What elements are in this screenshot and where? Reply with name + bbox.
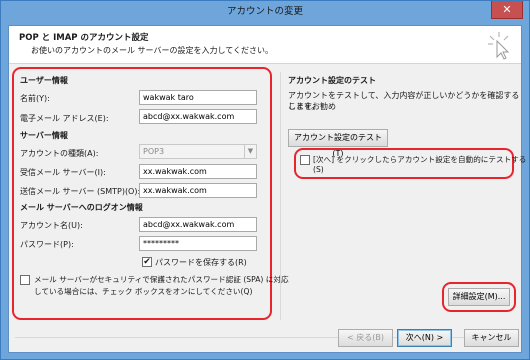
server-info-heading: サーバー情報 xyxy=(20,131,68,140)
user-info-heading: ユーザー情報 xyxy=(20,76,68,85)
password-field[interactable]: ********* xyxy=(139,236,257,251)
column-divider xyxy=(280,72,281,320)
spa-label-line2: している場合には、チェック ボックスをオンにしてください(Q) xyxy=(34,287,253,296)
save-password-checkbox[interactable]: ✔ xyxy=(142,257,152,267)
name-field[interactable]: wakwak taro xyxy=(139,90,257,105)
save-password-label: パスワードを保存する(R) xyxy=(155,258,247,267)
account-name-field[interactable]: abcd@xx.wakwak.com xyxy=(139,217,257,232)
next-button[interactable]: 次へ(N) > xyxy=(397,329,452,347)
account-test-description-line2: します。 xyxy=(288,102,320,111)
cancel-button[interactable]: キャンセル xyxy=(464,329,519,347)
auto-test-checkbox[interactable] xyxy=(300,155,310,165)
account-name-label: アカウント名(U): xyxy=(20,221,83,230)
account-test-heading: アカウント設定のテスト xyxy=(288,76,376,85)
account-type-value: POP3 xyxy=(143,147,165,156)
auto-test-label-line1: [次へ] をクリックしたらアカウント設定を自動的にテストする xyxy=(313,155,527,164)
spa-label-line1: メール サーバーがセキュリティで保護されたパスワード認証 (SPA) に対応 xyxy=(34,275,289,284)
logon-info-heading: メール サーバーへのログオン情報 xyxy=(20,203,143,212)
back-button[interactable]: < 戻る(B) xyxy=(338,329,393,347)
more-settings-button[interactable]: 詳細設定(M)... xyxy=(448,288,510,306)
incoming-server-label: 受信メール サーバー(I): xyxy=(20,168,106,177)
auto-test-label-line2: (S) xyxy=(313,165,324,174)
account-type-select[interactable]: POP3 ▼ xyxy=(139,144,257,159)
dialog-body: POP と IMAP のアカウント設定 お使いのアカウントのメール サーバーの設… xyxy=(8,25,526,353)
wizard-cursor-icon xyxy=(488,32,510,60)
window-title: アカウントの変更 xyxy=(226,6,303,17)
dialog-header: POP と IMAP のアカウント設定 お使いのアカウントのメール サーバーの設… xyxy=(9,26,521,64)
header-title: POP と IMAP のアカウント設定 xyxy=(19,33,149,43)
email-field[interactable]: abcd@xx.wakwak.com xyxy=(139,109,257,124)
test-account-button[interactable]: アカウント設定のテスト(T) xyxy=(288,129,388,158)
header-subtitle: お使いのアカウントのメール サーバーの設定を入力してください。 xyxy=(31,46,273,55)
outgoing-server-field[interactable]: xx.wakwak.com xyxy=(139,183,257,198)
outgoing-server-label: 送信メール サーバー (SMTP)(O): xyxy=(20,187,141,196)
incoming-server-field[interactable]: xx.wakwak.com xyxy=(139,164,257,179)
close-button[interactable]: ✕ xyxy=(491,1,523,19)
dialog-window: アカウントの変更 ✕ POP と IMAP のアカウント設定 お使いのアカウント… xyxy=(0,0,530,360)
name-label: 名前(Y): xyxy=(20,94,50,103)
account-test-description-line1: アカウントをテストして、入力内容が正しいかどうかを確認することをお勧め xyxy=(288,91,520,111)
email-label: 電子メール アドレス(E): xyxy=(20,114,109,123)
password-label: パスワード(P): xyxy=(20,240,74,249)
account-type-label: アカウントの種類(A): xyxy=(20,149,99,158)
spa-checkbox[interactable] xyxy=(20,275,30,285)
chevron-down-icon: ▼ xyxy=(244,145,256,158)
